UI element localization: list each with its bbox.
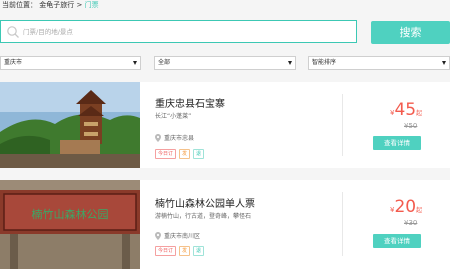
- listing-image[interactable]: [0, 82, 140, 168]
- location-pin-icon: [155, 232, 161, 240]
- tag-ship: 发: [179, 246, 191, 256]
- card-divider: [342, 94, 343, 156]
- breadcrumb-prefix: 当前位置：: [2, 1, 37, 9]
- listing-tags: 今日订 发 退: [155, 149, 205, 159]
- price-value: 20: [394, 197, 417, 217]
- search-box: [0, 20, 357, 43]
- listing-title[interactable]: 重庆忠县石宝寨: [155, 95, 225, 110]
- sort-filter-dropdown[interactable]: 智能排序: [308, 56, 450, 70]
- breadcrumb-home-link[interactable]: 金龟子旅行: [39, 1, 74, 9]
- listing-image[interactable]: 楠竹山森林公园: [0, 180, 140, 269]
- breadcrumb-current: 门票: [84, 1, 99, 9]
- listing-image-sign-text: 楠竹山森林公园: [32, 207, 109, 221]
- tag-refund: 退: [193, 246, 205, 256]
- listing-tags: 今日订 发 退: [155, 246, 205, 256]
- original-price: ¥30: [404, 219, 418, 227]
- listing-location: 重庆市忠县: [155, 133, 194, 142]
- category-filter-label: 全部: [158, 59, 171, 66]
- category-filter-dropdown[interactable]: 全部: [154, 56, 296, 70]
- tag-book-today: 今日订: [155, 246, 177, 256]
- price-suffix: 起: [416, 110, 423, 117]
- breadcrumb-separator: >: [76, 1, 83, 9]
- card-divider: [342, 192, 343, 256]
- location-pin-icon: [155, 134, 161, 142]
- chevron-down-icon: [288, 61, 292, 65]
- city-filter-label: 重庆市: [4, 59, 23, 66]
- view-details-button[interactable]: 查看详情: [373, 136, 421, 150]
- price-suffix: 起: [416, 207, 423, 214]
- listing-location-text: 重庆市南川区: [164, 233, 201, 240]
- tag-book-today: 今日订: [155, 149, 177, 159]
- chevron-down-icon: [133, 61, 137, 65]
- search-input[interactable]: [23, 23, 343, 40]
- view-details-button[interactable]: 查看详情: [373, 234, 421, 248]
- sort-filter-label: 智能排序: [312, 59, 337, 66]
- listing-title[interactable]: 楠竹山森林公园单人票: [155, 195, 255, 210]
- listing-price: ¥45起: [390, 100, 422, 120]
- tag-ship: 发: [179, 149, 191, 159]
- city-filter-dropdown[interactable]: 重庆市: [0, 56, 141, 70]
- price-value: 45: [394, 100, 417, 120]
- search-icon: [7, 26, 19, 38]
- listing-subtitle: 长江“小蓬莱”: [155, 113, 192, 120]
- listing-location: 重庆市南川区: [155, 231, 200, 240]
- tag-refund: 退: [193, 149, 205, 159]
- search-button[interactable]: 搜索: [371, 21, 450, 44]
- listing-price: ¥20起: [390, 197, 422, 217]
- ticket-listing-card: 楠竹山森林公园 楠竹山森林公园单人票 游楠竹山，行古道，登奇峰，攀怪石 重庆市南…: [0, 180, 450, 269]
- breadcrumb: 当前位置： 金龟子旅行 > 门票: [2, 1, 99, 10]
- listing-location-text: 重庆市忠县: [164, 135, 195, 142]
- chevron-down-icon: [442, 61, 446, 65]
- original-price: ¥50: [404, 122, 418, 130]
- ticket-listing-card: 重庆忠县石宝寨 长江“小蓬莱” 重庆市忠县 今日订 发 退 ¥45起 ¥50 查…: [0, 82, 450, 168]
- listing-subtitle: 游楠竹山，行古道，登奇峰，攀怪石: [155, 213, 252, 220]
